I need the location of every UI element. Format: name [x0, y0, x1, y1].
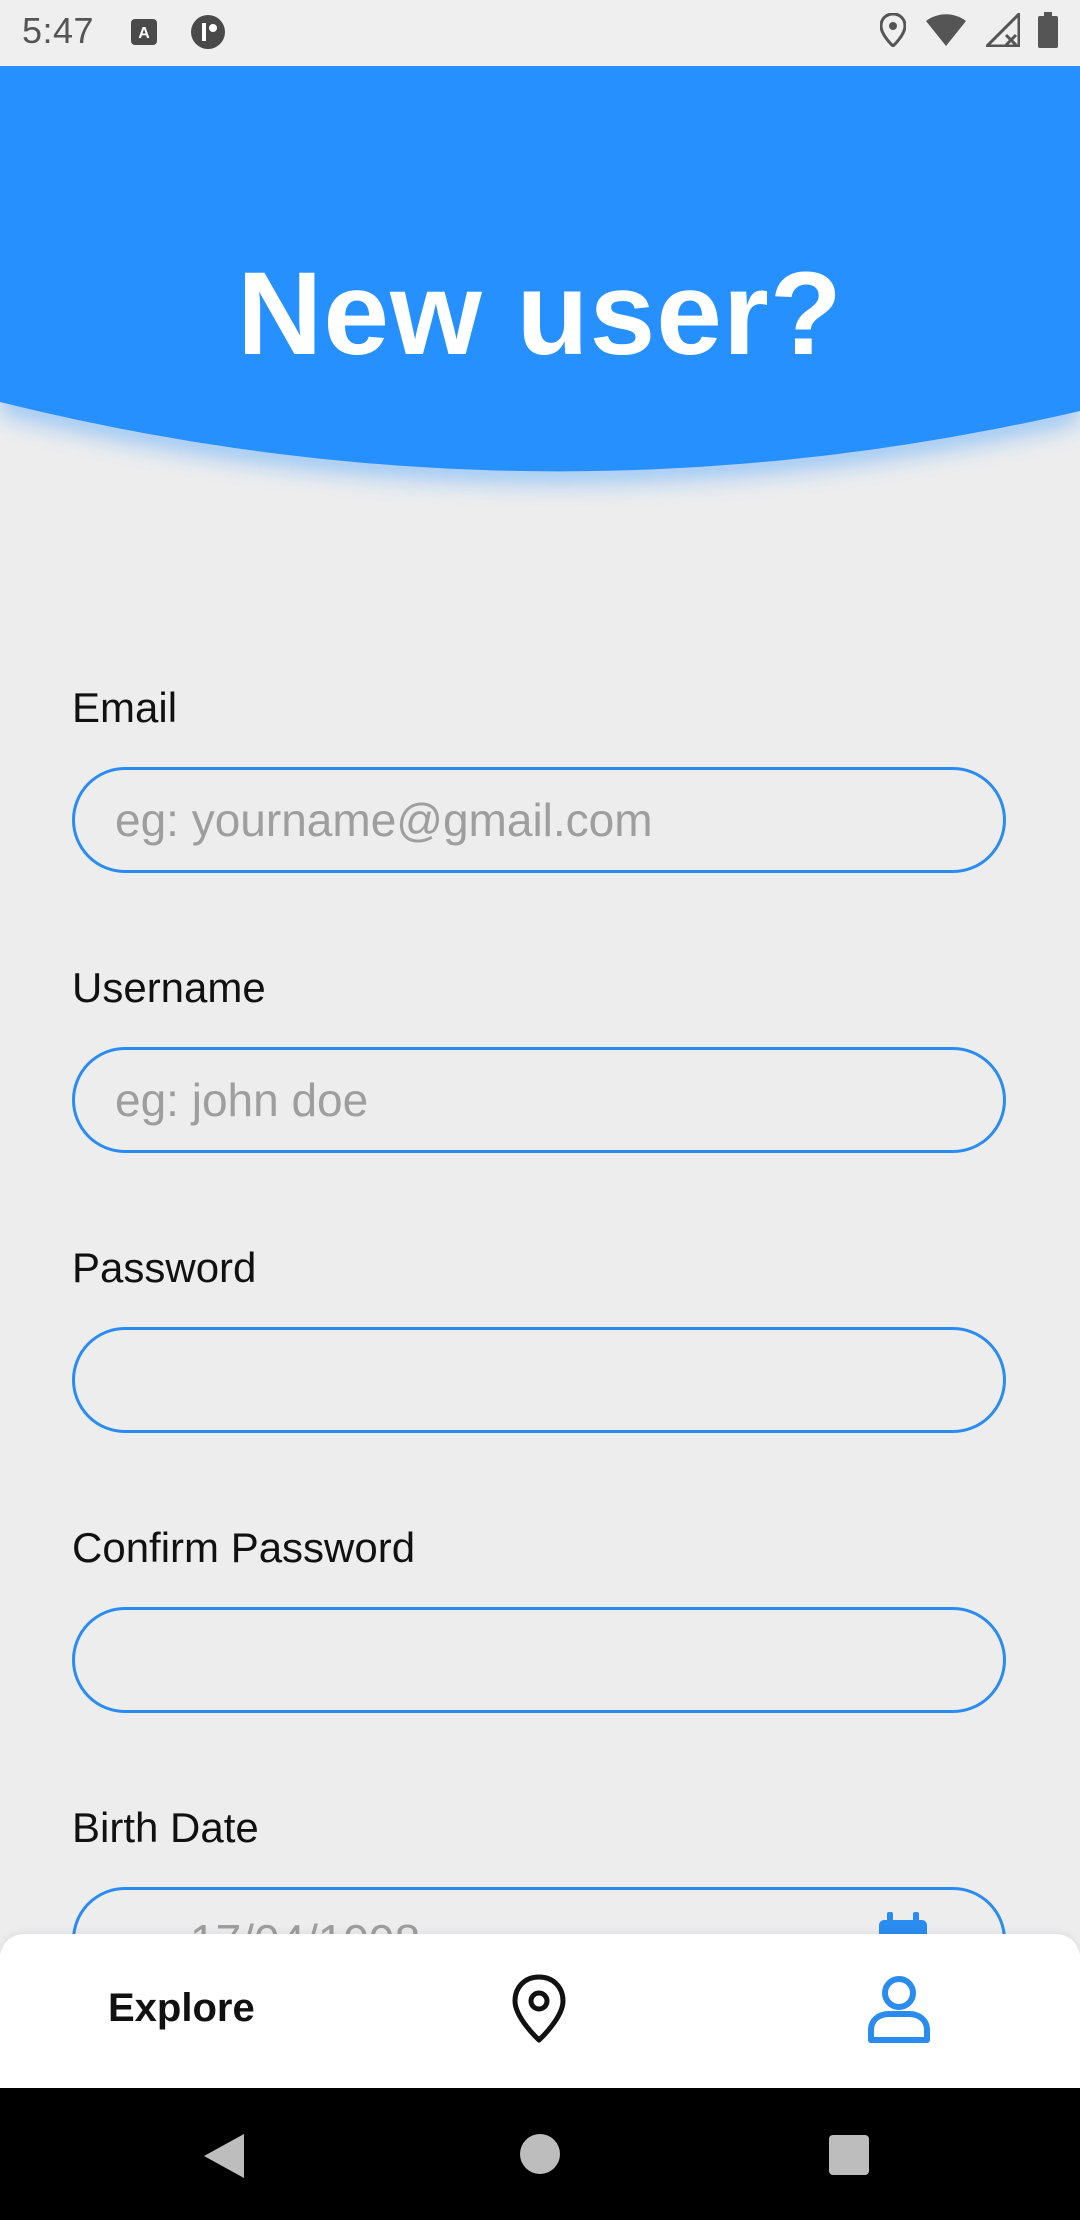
- wifi-icon: [924, 13, 968, 52]
- location-icon: [879, 12, 907, 52]
- map-pin-icon[interactable]: [510, 1974, 568, 2049]
- confirm-password-label: Confirm Password: [72, 1524, 416, 1571]
- email-label: Email: [72, 684, 178, 731]
- status-left-icons: A: [130, 14, 226, 55]
- password-field[interactable]: [72, 1327, 1006, 1433]
- header-banner: New user?: [0, 66, 1080, 506]
- status-time: 5:47: [22, 10, 95, 51]
- text-app-icon: A: [130, 18, 158, 51]
- status-right-icons: [879, 10, 1058, 53]
- battery-icon: [1038, 12, 1058, 53]
- back-icon[interactable]: [202, 2132, 246, 2185]
- circle-app-icon: [190, 14, 226, 55]
- svg-text:A: A: [138, 25, 150, 42]
- email-field[interactable]: [72, 767, 1006, 873]
- username-field[interactable]: [72, 1047, 1006, 1153]
- signal-icon: [983, 10, 1021, 52]
- password-label: Password: [72, 1244, 257, 1291]
- recents-icon[interactable]: [828, 2134, 870, 2181]
- profile-icon[interactable]: [866, 1974, 932, 2049]
- birth-date-label: Birth Date: [72, 1804, 259, 1851]
- nav-explore[interactable]: Explore: [108, 1986, 255, 2031]
- system-nav-bar: [0, 2088, 1080, 2220]
- confirm-password-field[interactable]: [72, 1607, 1006, 1713]
- bottom-nav: Explore: [0, 1934, 1080, 2088]
- home-icon[interactable]: [518, 2132, 562, 2181]
- page-title: New user?: [237, 248, 843, 380]
- status-bar: 5:47 A: [0, 0, 1080, 66]
- username-label: Username: [72, 964, 266, 1011]
